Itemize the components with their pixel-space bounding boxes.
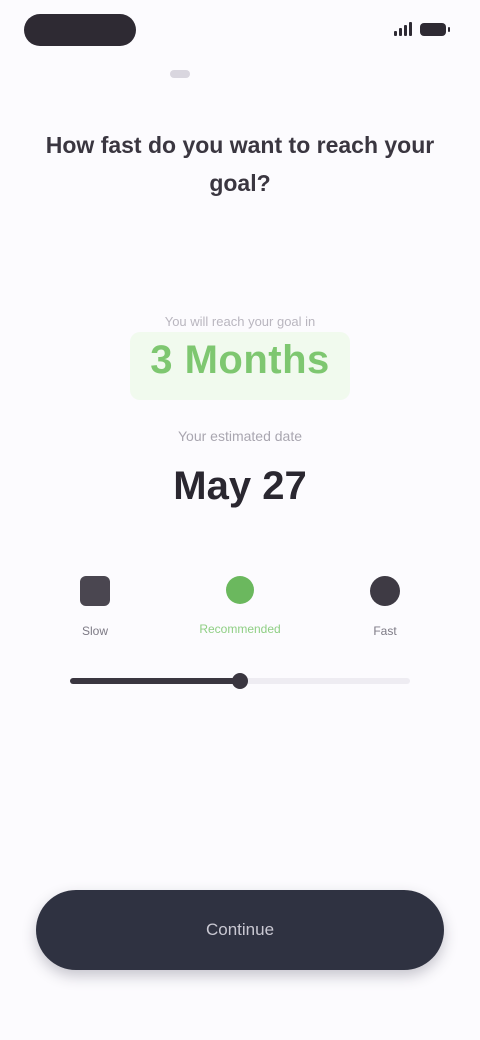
status-icons [394,22,450,36]
turtle-icon [80,576,110,606]
target-date: May 27 [173,464,307,508]
signal-icon [394,22,412,36]
dynamic-island [24,14,136,46]
progress-indicator [170,70,190,78]
pace-option-label: Recommended [199,622,281,636]
pace-slider-thumb[interactable] [232,673,248,689]
pace-slider-fill [70,678,240,684]
continue-button[interactable]: Continue [36,890,444,970]
cheetah-icon [370,576,400,606]
pace-selector[interactable]: Slow Recommended Fast [70,576,410,696]
date-caption: Your estimated date [177,428,302,444]
pace-option-label: Fast [373,624,397,638]
rabbit-icon [226,576,254,604]
goal-caption: You will reach your goal in [164,314,316,329]
pace-option-slow[interactable]: Slow [50,576,140,640]
pace-option-label: Slow [81,624,108,638]
battery-icon [420,22,450,36]
goal-duration: 3 Months [150,338,330,382]
screen: How fast do you want to reach your goal?… [0,0,480,1040]
page-title: How fast do you want to reach your goal? [45,132,435,196]
pace-option-fast[interactable]: Fast [340,576,430,640]
pace-option-recommended[interactable]: Recommended [195,576,285,638]
pace-slider-track[interactable] [70,673,410,689]
